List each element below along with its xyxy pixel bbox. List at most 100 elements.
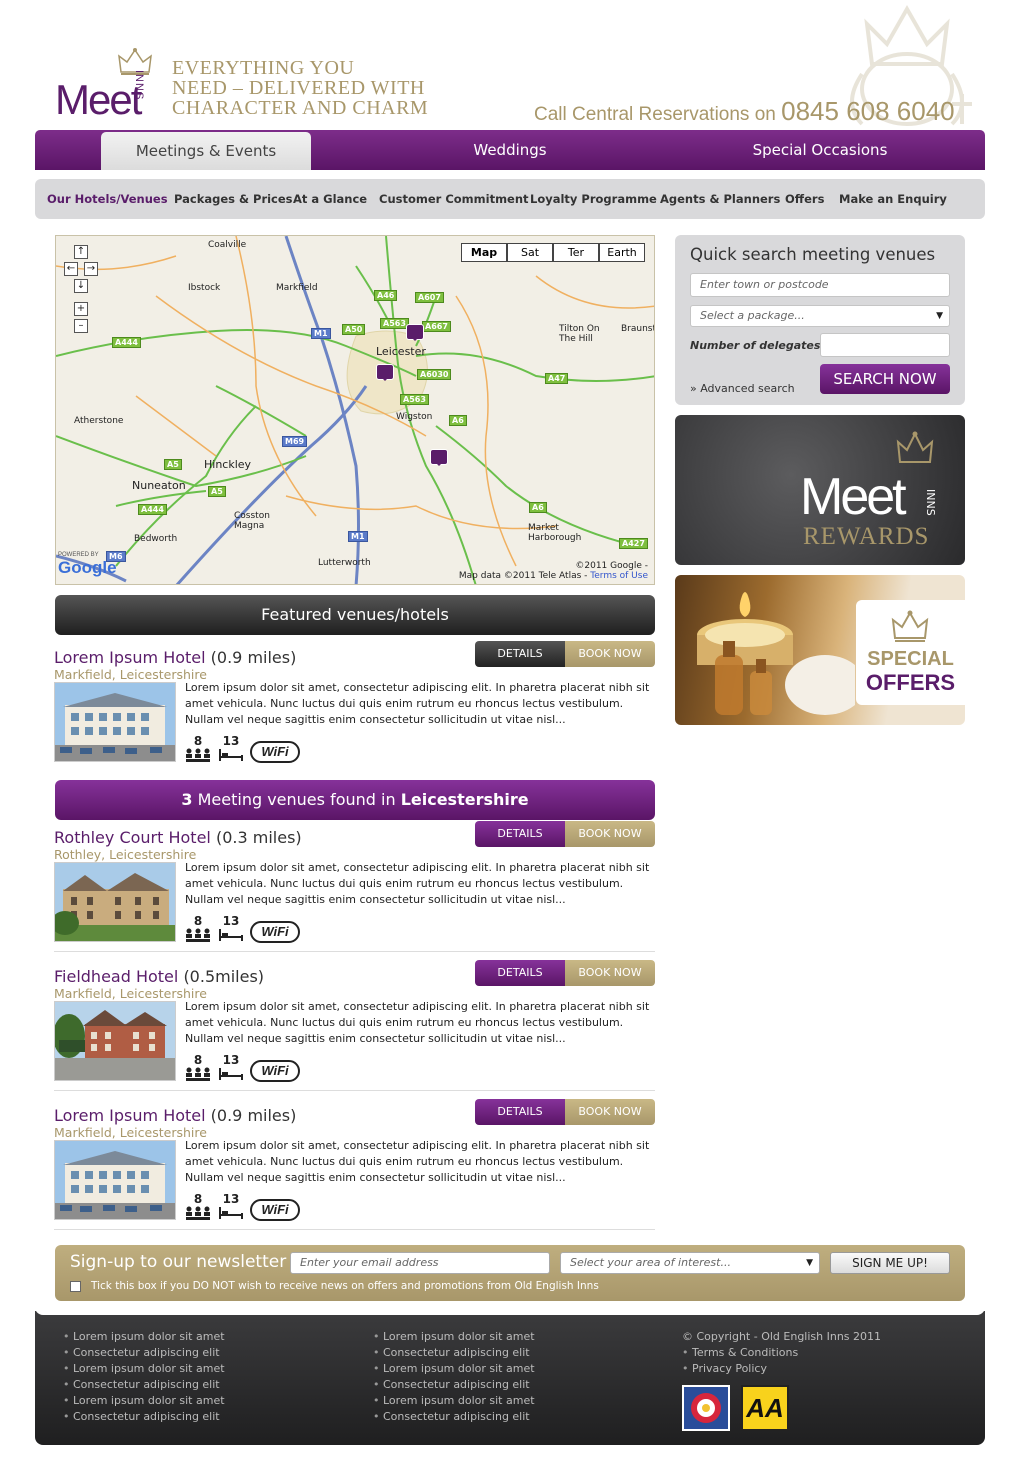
subnav-enquiry[interactable]: Make an Enquiry: [839, 179, 947, 219]
pan-right-button[interactable]: →: [84, 262, 98, 276]
venue-description: Lorem ipsum dolor sit amet, consectetur …: [185, 1000, 650, 1045]
zoom-out-button[interactable]: –: [74, 319, 88, 333]
google-wordmark: Google: [58, 558, 117, 577]
footer-link[interactable]: Lorem ipsum dolor sit amet: [73, 1330, 225, 1343]
venue-actions: DETAILS BOOK NOW: [475, 960, 655, 986]
pan-left-button[interactable]: ←: [64, 262, 78, 276]
package-select[interactable]: Select a package... ▼: [690, 305, 950, 327]
book-now-button[interactable]: BOOK NOW: [565, 821, 655, 847]
road-label: A607: [415, 292, 444, 303]
map-type-sat[interactable]: Sat: [507, 243, 553, 262]
map-place: Hinckley: [204, 458, 252, 471]
search-now-button[interactable]: SEARCH NOW: [820, 364, 950, 394]
map-pin-icon[interactable]: [376, 364, 394, 381]
venue-distance: (0.5miles): [183, 967, 265, 986]
venue-photo[interactable]: [54, 1140, 176, 1220]
tagline: EVERYTHING YOU NEED – DELIVERED WITH CHA…: [172, 58, 472, 118]
reservations: Call Central Reservations on 0845 608 60…: [534, 96, 955, 127]
venue-name[interactable]: Rothley Court Hotel: [54, 828, 211, 847]
footer-link[interactable]: Consectetur adipiscing elit: [73, 1410, 220, 1423]
venue-amenities: 8 13 WiFi: [185, 734, 315, 764]
details-button[interactable]: DETAILS: [475, 821, 565, 847]
venue-photo[interactable]: [54, 682, 176, 762]
package-select-value: Select a package...: [700, 309, 805, 322]
footer-link[interactable]: Consectetur adipiscing elit: [73, 1346, 220, 1359]
venue-name[interactable]: Lorem Ipsum Hotel: [54, 648, 206, 667]
pan-down-button[interactable]: ↓: [74, 279, 88, 293]
footer-col-1: • Lorem ipsum dolor sit amet • Consectet…: [63, 1330, 225, 1423]
subnav-agents[interactable]: Agents & Planners: [660, 179, 780, 219]
venue-photo[interactable]: [54, 862, 176, 942]
google-logo[interactable]: POWERED BY Google: [58, 552, 117, 578]
optout-checkbox[interactable]: [70, 1281, 81, 1292]
venue-location: Markfield, Leicestershire: [54, 1125, 207, 1140]
subnav-at-a-glance[interactable]: At a Glance: [293, 179, 367, 219]
terms-link[interactable]: Terms & Conditions: [692, 1346, 798, 1359]
newsletter-email-input[interactable]: Enter your email address: [290, 1252, 550, 1274]
details-button[interactable]: DETAILS: [475, 1099, 565, 1125]
map-place: Market Harborough: [528, 523, 582, 543]
rewards-label: REWARDS: [803, 523, 930, 550]
advanced-search-link[interactable]: » Advanced search: [690, 382, 795, 395]
town-postcode-input[interactable]: Enter town or postcode: [690, 273, 950, 297]
details-button[interactable]: DETAILS: [475, 641, 565, 667]
tab-special-occasions[interactable]: Special Occasions: [715, 130, 925, 170]
divider: [54, 951, 655, 952]
book-now-button[interactable]: BOOK NOW: [565, 641, 655, 667]
tab-weddings[interactable]: Weddings: [405, 130, 615, 170]
rewards-banner[interactable]: Meet INNS REWARDS: [675, 415, 965, 565]
pan-up-button[interactable]: ↑: [74, 245, 88, 259]
logo-inns: INNS: [133, 70, 145, 101]
map-place: Braunst: [621, 324, 655, 334]
newsletter-interest-select[interactable]: Select your area of interest... ▼: [560, 1252, 820, 1274]
venue-name[interactable]: Fieldhead Hotel: [54, 967, 178, 986]
venue-map[interactable]: ↑ ← → ↓ + – Map Sat Ter Earth Coalville …: [55, 235, 655, 585]
road-label: A5: [208, 486, 226, 497]
subnav-our-hotels[interactable]: Our Hotels/Venues: [47, 179, 168, 219]
map-type-map[interactable]: Map: [461, 243, 507, 262]
logo[interactable]: Meet: [55, 76, 142, 124]
subnav-packages[interactable]: Packages & Prices: [174, 179, 293, 219]
tab-meetings-events[interactable]: Meetings & Events: [101, 132, 311, 170]
subnav-loyalty[interactable]: Loyalty Programme: [530, 179, 657, 219]
venue-amenities: 8 13 WiFi: [185, 1053, 315, 1083]
map-type-ter[interactable]: Ter: [553, 243, 599, 262]
delegates-input[interactable]: [820, 333, 950, 357]
results-heading: 3 Meeting venues found in Leicestershire: [55, 780, 655, 820]
map-place: Wigston: [396, 412, 433, 422]
footer-link[interactable]: Lorem ipsum dolor sit amet: [383, 1362, 535, 1375]
road-label: A427: [619, 538, 648, 549]
footer-link[interactable]: Consectetur adipiscing elit: [383, 1346, 530, 1359]
book-now-button[interactable]: BOOK NOW: [565, 960, 655, 986]
map-type-earth[interactable]: Earth: [599, 243, 645, 262]
bed-icon: [219, 1207, 243, 1219]
footer-link[interactable]: Lorem ipsum dolor sit amet: [73, 1394, 225, 1407]
reservations-phone[interactable]: 0845 608 6040: [781, 96, 955, 126]
subnav-customer-commitment[interactable]: Customer Commitment: [379, 179, 529, 219]
reservations-label: Call Central Reservations on: [534, 104, 776, 125]
footer-link[interactable]: Consectetur adipiscing elit: [73, 1378, 220, 1391]
map-pin-icon[interactable]: [430, 449, 448, 466]
sign-me-up-button[interactable]: SIGN ME UP!: [830, 1252, 950, 1274]
details-button[interactable]: DETAILS: [475, 960, 565, 986]
map-place: Coalville: [208, 240, 247, 250]
venue-photo[interactable]: [54, 1001, 176, 1081]
special-offers-banner[interactable]: SPECIAL OFFERS: [675, 575, 965, 725]
road-label: A5: [164, 459, 182, 470]
featured-venue: Lorem Ipsum Hotel (0.9 miles) Markfield,…: [54, 641, 656, 778]
map-terms-link[interactable]: Terms of Use: [590, 571, 648, 581]
footer-link[interactable]: Lorem ipsum dolor sit amet: [383, 1330, 535, 1343]
venue-name[interactable]: Lorem Ipsum Hotel: [54, 1106, 206, 1125]
privacy-link[interactable]: Privacy Policy: [692, 1362, 767, 1375]
footer-link[interactable]: Lorem ipsum dolor sit amet: [73, 1362, 225, 1375]
footer-link[interactable]: Lorem ipsum dolor sit amet: [383, 1394, 535, 1407]
road-label: A563: [400, 394, 429, 405]
map-pin-icon[interactable]: [406, 324, 424, 341]
zoom-in-button[interactable]: +: [74, 302, 88, 316]
footer-link[interactable]: Consectetur adipiscing elit: [383, 1378, 530, 1391]
main-nav: Meetings & Events Weddings Special Occas…: [35, 130, 985, 170]
subnav-offers[interactable]: Offers: [785, 179, 824, 219]
book-now-button[interactable]: BOOK NOW: [565, 1099, 655, 1125]
venue-listing: Rothley Court Hotel (0.3 miles) Rothley,…: [54, 821, 656, 958]
footer-link[interactable]: Consectetur adipiscing elit: [383, 1410, 530, 1423]
